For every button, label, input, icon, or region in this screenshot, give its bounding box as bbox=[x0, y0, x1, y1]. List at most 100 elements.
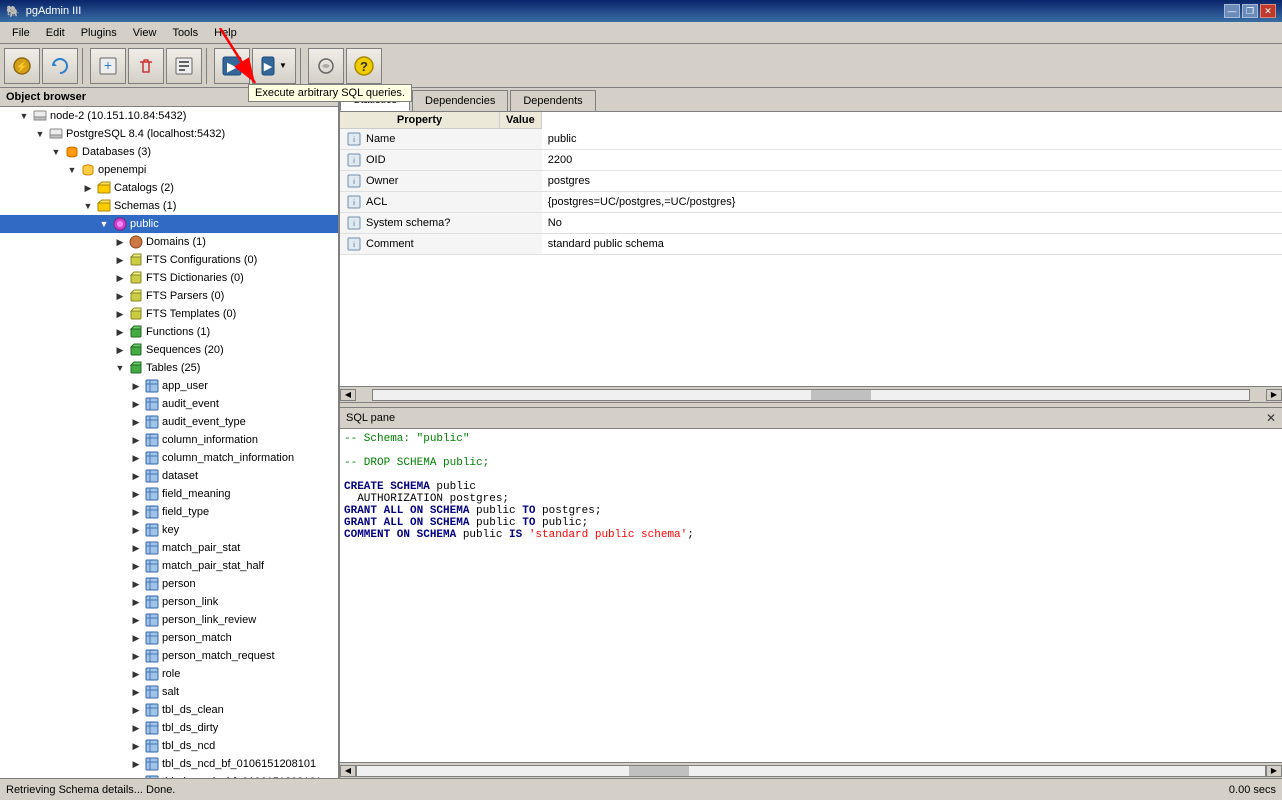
expand-icon[interactable]: ▶ bbox=[128, 684, 144, 700]
expand-icon[interactable]: ▼ bbox=[48, 144, 64, 160]
expand-icon[interactable]: ▶ bbox=[128, 540, 144, 556]
expand-icon[interactable]: ▶ bbox=[80, 180, 96, 196]
sql-hscroll-thumb[interactable] bbox=[629, 766, 689, 776]
sql-pane-close-button[interactable]: ✕ bbox=[1266, 411, 1276, 425]
expand-icon[interactable]: ▶ bbox=[128, 558, 144, 574]
hscroll-left-btn[interactable]: ◀ bbox=[340, 389, 356, 401]
expand-icon[interactable]: ▼ bbox=[16, 108, 32, 124]
delete-button[interactable] bbox=[128, 48, 164, 84]
tree-node-table-person_match_request[interactable]: ▶ person_match_request bbox=[0, 647, 338, 665]
expand-icon[interactable]: ▶ bbox=[112, 270, 128, 286]
tree-node-table-key[interactable]: ▶ key bbox=[0, 521, 338, 539]
edit-button[interactable] bbox=[166, 48, 202, 84]
tree-node-table-match_pair_stat[interactable]: ▶ match_pair_stat bbox=[0, 539, 338, 557]
expand-icon[interactable]: ▶ bbox=[128, 702, 144, 718]
expand-icon[interactable]: ▶ bbox=[112, 288, 128, 304]
tree-node-table-column_match_information[interactable]: ▶ column_match_information bbox=[0, 449, 338, 467]
tree-node-tables[interactable]: ▼ Tables (25) bbox=[0, 359, 338, 377]
sql-hscroll-left[interactable]: ◀ bbox=[340, 765, 356, 777]
expand-icon[interactable]: ▶ bbox=[112, 252, 128, 268]
tree-node-table-match_pair_stat_half[interactable]: ▶ match_pair_stat_half bbox=[0, 557, 338, 575]
tree-node-table-tbl_ds_dirty[interactable]: ▶ tbl_ds_dirty bbox=[0, 719, 338, 737]
sql-hscroll-right[interactable]: ▶ bbox=[1266, 765, 1282, 777]
maximize-button[interactable]: ❐ bbox=[1242, 4, 1258, 18]
tab-dependents[interactable]: Dependents bbox=[510, 90, 595, 111]
expand-icon[interactable]: ▼ bbox=[112, 360, 128, 376]
hscroll-track[interactable] bbox=[372, 389, 1250, 401]
expand-icon[interactable]: ▶ bbox=[128, 522, 144, 538]
tree-node-domains[interactable]: ▶ Domains (1) bbox=[0, 233, 338, 251]
expand-icon[interactable]: ▶ bbox=[128, 738, 144, 754]
menu-plugins[interactable]: Plugins bbox=[73, 25, 125, 41]
tree-node-table-person_match[interactable]: ▶ person_match bbox=[0, 629, 338, 647]
expand-icon[interactable]: ▶ bbox=[128, 756, 144, 772]
expand-icon[interactable]: ▶ bbox=[128, 720, 144, 736]
tree-node-table-tbl_ds_clean[interactable]: ▶ tbl_ds_clean bbox=[0, 701, 338, 719]
expand-icon[interactable]: ▶ bbox=[128, 648, 144, 664]
tree-node-table-audit_event[interactable]: ▶ audit_event bbox=[0, 395, 338, 413]
tree-node-ftsparsers[interactable]: ▶ FTS Parsers (0) bbox=[0, 287, 338, 305]
expand-icon[interactable]: ▶ bbox=[128, 450, 144, 466]
tree-node-schemas[interactable]: ▼ Schemas (1) bbox=[0, 197, 338, 215]
help-button[interactable]: ? bbox=[346, 48, 382, 84]
tree-node-public[interactable]: ▼ public bbox=[0, 215, 338, 233]
tree-node-databases[interactable]: ▼ Databases (3) bbox=[0, 143, 338, 161]
hscroll-right-btn[interactable]: ▶ bbox=[1266, 389, 1282, 401]
execute-drop-button[interactable]: ▶ ▼ bbox=[252, 48, 296, 84]
tree-view[interactable]: ▼ node-2 (10.151.10.84:5432) ▼ PostgreSQ… bbox=[0, 107, 338, 778]
expand-icon[interactable]: ▶ bbox=[128, 612, 144, 628]
expand-icon[interactable]: ▶ bbox=[128, 486, 144, 502]
expand-icon[interactable]: ▼ bbox=[96, 216, 112, 232]
tree-node-table-person[interactable]: ▶ person bbox=[0, 575, 338, 593]
tree-node-table-field_type[interactable]: ▶ field_type bbox=[0, 503, 338, 521]
expand-icon[interactable]: ▶ bbox=[128, 576, 144, 592]
expand-icon[interactable]: ▶ bbox=[128, 396, 144, 412]
sql-hscroll[interactable]: ◀ ▶ bbox=[340, 762, 1282, 778]
tree-node-openempi[interactable]: ▼ openempi bbox=[0, 161, 338, 179]
tree-node-functions[interactable]: ▶ Functions (1) bbox=[0, 323, 338, 341]
expand-icon[interactable]: ▶ bbox=[128, 468, 144, 484]
menu-tools[interactable]: Tools bbox=[164, 25, 206, 41]
expand-icon[interactable]: ▶ bbox=[128, 666, 144, 682]
execute-button[interactable]: ▶ bbox=[214, 48, 250, 84]
tree-node-table-dataset[interactable]: ▶ dataset bbox=[0, 467, 338, 485]
expand-icon[interactable]: ▶ bbox=[128, 432, 144, 448]
tree-node-table-tbl_ds_ncd_bf_0106151208101[interactable]: ▶ tbl_ds_ncd_bf_0106151208101 bbox=[0, 755, 338, 773]
tree-node-ftstemplates[interactable]: ▶ FTS Templates (0) bbox=[0, 305, 338, 323]
expand-icon[interactable]: ▶ bbox=[112, 342, 128, 358]
tree-node-ftsdicts[interactable]: ▶ FTS Dictionaries (0) bbox=[0, 269, 338, 287]
tree-node-ftsconfigs[interactable]: ▶ FTS Configurations (0) bbox=[0, 251, 338, 269]
tree-node-table-field_meaning[interactable]: ▶ field_meaning bbox=[0, 485, 338, 503]
tree-node-catalogs[interactable]: ▶ Catalogs (2) bbox=[0, 179, 338, 197]
expand-icon[interactable]: ▶ bbox=[128, 414, 144, 430]
tree-node-table-salt[interactable]: ▶ salt bbox=[0, 683, 338, 701]
expand-icon[interactable]: ▶ bbox=[128, 594, 144, 610]
menu-view[interactable]: View bbox=[125, 25, 165, 41]
window-controls[interactable]: — ❐ ✕ bbox=[1224, 4, 1276, 18]
tree-node-table-app_user[interactable]: ▶ app_user bbox=[0, 377, 338, 395]
newobj-button[interactable]: + bbox=[90, 48, 126, 84]
tab-dependencies[interactable]: Dependencies bbox=[412, 90, 508, 111]
expand-icon[interactable]: ▶ bbox=[112, 306, 128, 322]
tree-node-table-role[interactable]: ▶ role bbox=[0, 665, 338, 683]
expand-icon[interactable]: ▶ bbox=[112, 324, 128, 340]
expand-icon[interactable]: ▶ bbox=[128, 504, 144, 520]
tree-node-table-person_link[interactable]: ▶ person_link bbox=[0, 593, 338, 611]
tree-node-table-person_link_review[interactable]: ▶ person_link_review bbox=[0, 611, 338, 629]
expand-icon[interactable]: ▶ bbox=[112, 234, 128, 250]
tree-node-table-tbl_ds_ncd_cbf_0106151208101[interactable]: ▶ tbl_ds_ncd_cbf_0106151208101 bbox=[0, 773, 338, 778]
tree-node-node2[interactable]: ▼ node-2 (10.151.10.84:5432) bbox=[0, 107, 338, 125]
expand-icon[interactable]: ▶ bbox=[128, 630, 144, 646]
expand-icon[interactable]: ▼ bbox=[64, 162, 80, 178]
expand-icon[interactable]: ▶ bbox=[128, 378, 144, 394]
connect-button[interactable]: ⚡ bbox=[4, 48, 40, 84]
menu-file[interactable]: File bbox=[4, 25, 38, 41]
hscroll-thumb[interactable] bbox=[811, 390, 871, 400]
expand-icon[interactable]: ▶ bbox=[128, 774, 144, 778]
close-button[interactable]: ✕ bbox=[1260, 4, 1276, 18]
sql-hscroll-track[interactable] bbox=[356, 765, 1266, 777]
expand-icon[interactable]: ▼ bbox=[32, 126, 48, 142]
expand-icon[interactable]: ▼ bbox=[80, 198, 96, 214]
properties-hscroll[interactable]: ◀ ▶ bbox=[340, 386, 1282, 402]
tree-node-pg84[interactable]: ▼ PostgreSQL 8.4 (localhost:5432) bbox=[0, 125, 338, 143]
